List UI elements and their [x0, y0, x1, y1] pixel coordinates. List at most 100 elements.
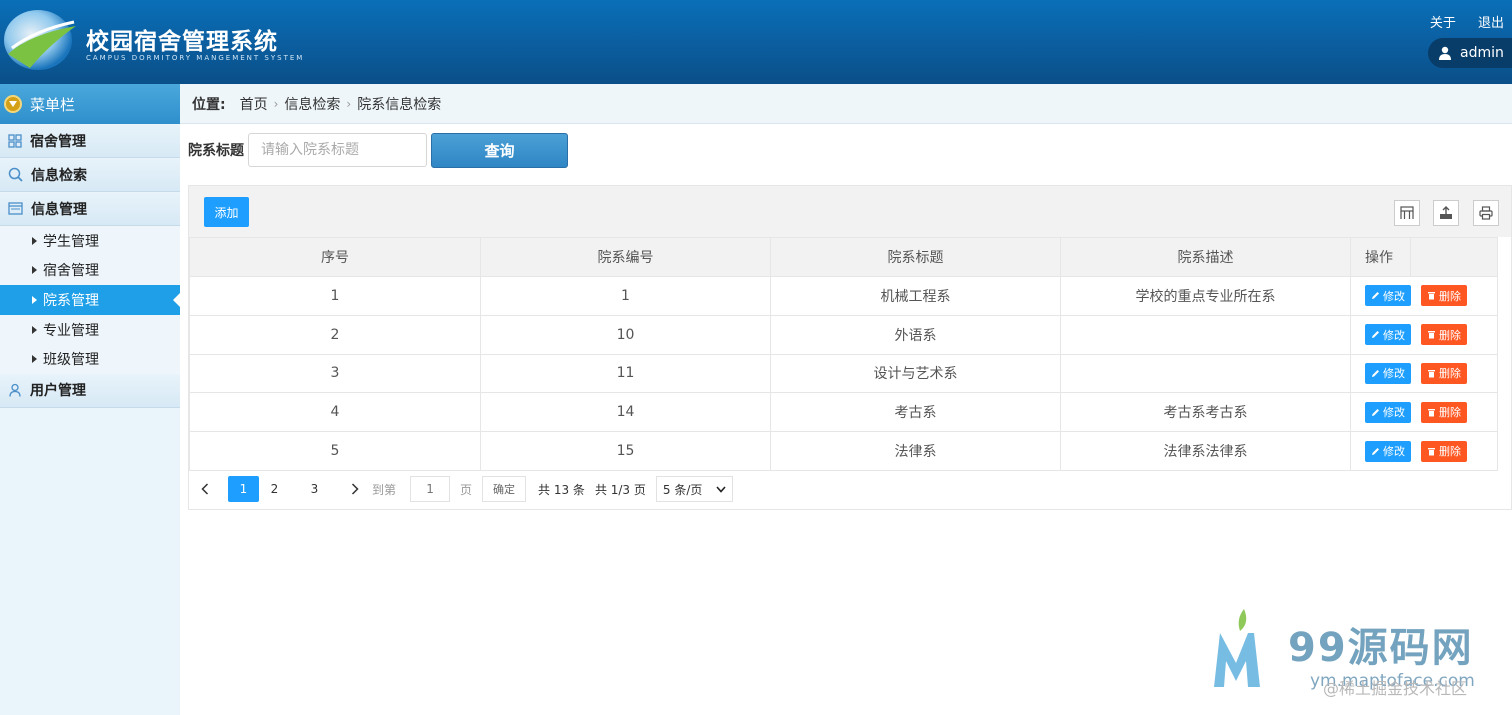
page-count: 共 1/3 页: [594, 482, 646, 497]
cell-title: 法律系: [770, 431, 1061, 471]
cell-actions: 修改 删除: [1350, 431, 1498, 471]
logout-link[interactable]: 退出: [1478, 16, 1504, 31]
edit-button[interactable]: 修改: [1365, 362, 1411, 384]
trash-icon: [1428, 369, 1435, 378]
sidebar-sub-class[interactable]: 班级管理: [0, 344, 180, 374]
sidebar-sub-dorm[interactable]: 宿舍管理: [0, 255, 180, 286]
table-row: 4 14 考古系 考古系考古系 修改 删除: [189, 392, 1498, 433]
add-button[interactable]: 添加: [204, 197, 249, 227]
pencil-icon: [1372, 369, 1379, 377]
trash-icon: [1428, 331, 1435, 339]
sidebar-sub-department[interactable]: 院系管理: [0, 285, 180, 315]
cell-desc: [1060, 314, 1351, 355]
user-icon: [1439, 46, 1451, 60]
col-header-code[interactable]: 院系编号: [480, 237, 771, 277]
cell-actions: 修改 删除: [1350, 353, 1498, 394]
cell-code: 1: [480, 276, 771, 316]
breadcrumb-search[interactable]: 信息检索: [284, 94, 340, 114]
table-row: 1 1 机械工程系 学校的重点专业所在系 修改 删除: [189, 276, 1498, 316]
cell-code: 15: [480, 431, 771, 471]
edit-button[interactable]: 修改: [1365, 285, 1411, 307]
user-badge[interactable]: admin: [1428, 38, 1512, 68]
pencil-icon: [1372, 408, 1379, 416]
caret-right-icon: [32, 295, 37, 304]
total-count: 共 13 条: [538, 482, 585, 497]
cell-code: 10: [480, 314, 771, 355]
edit-button[interactable]: 修改: [1365, 401, 1411, 423]
col-header-desc[interactable]: 院系描述: [1060, 237, 1351, 277]
trash-icon: [1428, 408, 1435, 417]
next-page-button[interactable]: [339, 476, 370, 502]
export-icon[interactable]: [1433, 200, 1459, 226]
cell-index: 3: [189, 353, 481, 394]
page-button-3[interactable]: 3: [299, 476, 330, 502]
system-subtitle: CAMPUS DORMITORY MANGEMENT SYSTEM: [86, 54, 305, 62]
caret-right-icon: [32, 266, 37, 275]
sidebar-item-info[interactable]: 信息管理: [0, 192, 180, 226]
data-panel: 添加 序号 院系编号 院系标题 院系描述 操作 1 1 机械工程系 学校的重点专…: [188, 185, 1512, 510]
search-input[interactable]: [248, 133, 427, 167]
cell-actions: 修改 删除: [1350, 392, 1498, 433]
search-icon: [8, 167, 23, 182]
cell-title: 机械工程系: [770, 276, 1061, 316]
sidebar-item-dorm[interactable]: 宿舍管理: [0, 124, 180, 158]
logo-icon: [4, 10, 76, 70]
col-header-action: 操作: [1350, 237, 1411, 277]
caret-right-icon: [32, 236, 37, 245]
delete-button[interactable]: 删除: [1421, 324, 1467, 346]
breadcrumb: 位置: 首页 › 信息检索 › 院系信息检索: [180, 84, 1512, 124]
pencil-icon: [1372, 447, 1379, 455]
col-header-title[interactable]: 院系标题: [770, 237, 1061, 277]
chevron-right-icon: [351, 483, 359, 495]
cell-index: 4: [189, 392, 481, 433]
caret-right-icon: [32, 325, 37, 334]
columns-icon[interactable]: [1394, 200, 1420, 226]
delete-button[interactable]: 删除: [1421, 285, 1467, 307]
breadcrumb-current: 院系信息检索: [357, 96, 442, 113]
sidebar: 菜单栏 宿舍管理 信息检索 信息管理 学生管理 宿舍管理 院系管理 专业管理 班…: [0, 84, 180, 715]
goto-label: 到第: [372, 482, 397, 497]
delete-button[interactable]: 删除: [1421, 362, 1467, 384]
col-header-index[interactable]: 序号: [189, 237, 481, 277]
sidebar-item-search[interactable]: 信息检索: [0, 158, 180, 192]
edit-button[interactable]: 修改: [1365, 324, 1411, 346]
cell-index: 2: [189, 314, 481, 355]
trash-icon: [1428, 292, 1435, 300]
cell-code: 14: [480, 392, 771, 433]
page-size-select[interactable]: 5 条/页: [655, 476, 733, 502]
sidebar-sub-student[interactable]: 学生管理: [0, 226, 180, 256]
print-icon[interactable]: [1473, 200, 1499, 226]
cell-actions: 修改 删除: [1350, 314, 1498, 355]
breadcrumb-home[interactable]: 首页: [240, 94, 268, 114]
about-link[interactable]: 关于: [1430, 16, 1456, 31]
page-size-value: 5 条/页: [662, 482, 703, 497]
cell-index: 5: [189, 431, 481, 471]
juejin-watermark: @稀土掘金技术社区: [1323, 679, 1468, 698]
delete-button[interactable]: 删除: [1421, 440, 1467, 462]
page-button-1[interactable]: 1: [228, 476, 259, 502]
query-button[interactable]: 查询: [431, 132, 568, 168]
sidebar-sub-major[interactable]: 专业管理: [0, 314, 180, 345]
goto-page-input[interactable]: [410, 476, 451, 502]
watermark: 99源码网 ym.maptoface.com @稀土掘金技术社区: [1210, 605, 1510, 713]
chevron-right-icon: ›: [346, 96, 352, 111]
table-row: 5 15 法律系 法律系法律系 修改 删除: [189, 431, 1498, 471]
pagination: 1 2 3 到第 页 确定 共 13 条 共 1/3 页 5 条/页: [189, 473, 733, 505]
page-button-2[interactable]: 2: [259, 476, 290, 502]
app-header: 校园宿舍管理系统 CAMPUS DORMITORY MANGEMENT SYST…: [0, 0, 1512, 84]
cell-desc: [1060, 353, 1351, 394]
page-suffix: 页: [460, 482, 473, 497]
cell-title: 外语系: [770, 314, 1061, 355]
edit-button[interactable]: 修改: [1365, 440, 1411, 462]
trash-icon: [1428, 447, 1435, 456]
goto-confirm-button[interactable]: 确定: [482, 476, 527, 502]
cell-title: 考古系: [770, 392, 1061, 433]
delete-button[interactable]: 删除: [1421, 401, 1467, 423]
cell-desc: 学校的重点专业所在系: [1060, 276, 1351, 316]
table-header-row: 序号 院系编号 院系标题 院系描述 操作: [189, 237, 1498, 277]
sidebar-item-users[interactable]: 用户管理: [0, 373, 180, 408]
prev-page-button[interactable]: [189, 476, 220, 502]
chevron-down-icon: [716, 485, 726, 493]
caret-right-icon: [32, 355, 37, 364]
cell-title: 设计与艺术系: [770, 353, 1061, 394]
